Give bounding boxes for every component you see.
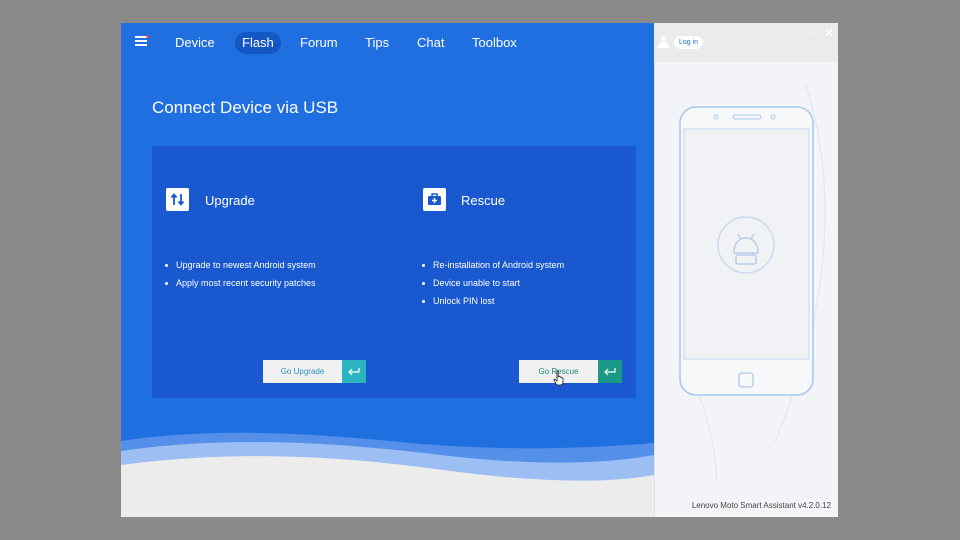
tab-tips[interactable]: Tips [358,32,396,54]
list-item: Upgrade to newest Android system [165,256,316,274]
list-item: Apply most recent security patches [165,274,316,292]
upgrade-arrows-icon [166,188,189,211]
connect-pane: Connect Device via USB Upgrade Upgrade t… [121,23,654,517]
device-preview-pane: Lenovo Moto Smart Assistant v4.2.0.12 [654,62,838,517]
list-item: Re-installation of Android system [422,256,564,274]
rescue-bullets: Re-installation of Android system Device… [422,256,564,310]
tab-device[interactable]: Device [168,32,222,54]
login-button[interactable]: Log in [674,36,704,49]
hamburger-menu-icon[interactable] [135,35,149,46]
close-icon[interactable]: ✕ [824,27,834,39]
phone-illustration [679,81,826,483]
app-window: Connect Device via USB Upgrade Upgrade t… [121,23,838,517]
enter-arrow-icon[interactable] [598,360,622,383]
tab-forum[interactable]: Forum [293,32,345,54]
rescue-toolbox-icon [423,188,446,211]
enter-arrow-icon[interactable] [342,360,366,383]
upgrade-title: Upgrade [205,193,255,208]
notification-dot [146,35,149,38]
version-label: Lenovo Moto Smart Assistant v4.2.0.12 [691,501,831,510]
page-title: Connect Device via USB [152,98,339,117]
go-rescue-button[interactable]: Go Rescue [519,360,622,383]
tab-flash[interactable]: Flash [235,32,281,54]
go-upgrade-button[interactable]: Go Upgrade [263,360,366,383]
list-item: Unlock PIN lost [422,292,564,310]
hand-cursor-icon [553,370,564,386]
rescue-title: Rescue [461,193,506,208]
minimize-button[interactable]: – [808,28,814,39]
go-upgrade-label[interactable]: Go Upgrade [263,360,342,383]
list-item: Device unable to start [422,274,564,292]
upgrade-bullets: Upgrade to newest Android system Apply m… [165,256,316,292]
options-panel: Upgrade Upgrade to newest Android system… [152,146,636,398]
user-icon[interactable] [658,36,669,48]
tab-chat[interactable]: Chat [410,32,451,54]
top-nav: Device Flash Forum Tips Chat Toolbox Log… [121,23,838,61]
tab-toolbox[interactable]: Toolbox [465,32,524,54]
